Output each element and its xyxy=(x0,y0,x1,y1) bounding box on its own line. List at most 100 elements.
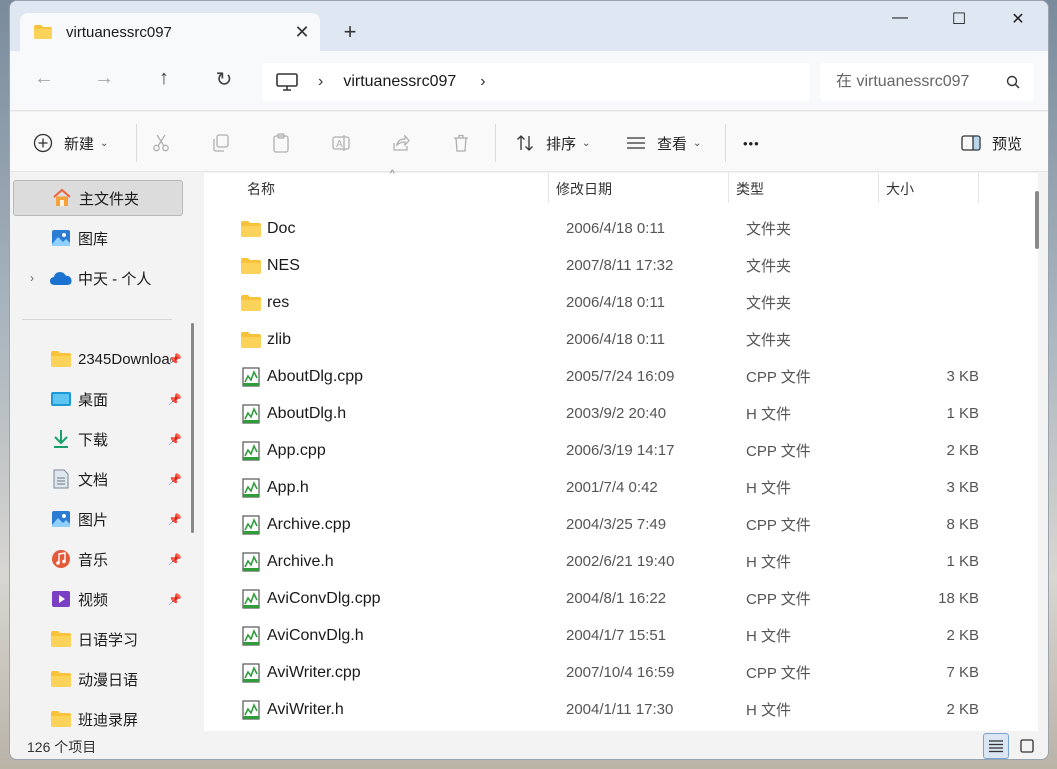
sort-label: 排序 xyxy=(546,135,577,153)
breadcrumb-separator[interactable]: › xyxy=(318,73,323,91)
file-name[interactable]: Archive.h xyxy=(267,553,334,571)
refresh-button[interactable]: ↻ xyxy=(206,67,242,97)
new-tab-button[interactable]: + xyxy=(338,19,362,45)
share-button[interactable] xyxy=(390,130,422,156)
tiles-view-button[interactable] xyxy=(1014,733,1040,759)
copy-button[interactable] xyxy=(210,130,242,156)
close-tab-icon[interactable]: ✕ xyxy=(284,22,320,43)
column-header-date[interactable]: 修改日期 xyxy=(556,179,612,199)
cut-button[interactable] xyxy=(150,130,182,156)
column-header-type[interactable]: 类型 xyxy=(736,179,764,199)
nav-item-japanese-study[interactable]: 日语学习 xyxy=(13,621,183,657)
table-row[interactable]: res 2006/4/18 0:11 文件夹 xyxy=(204,284,1038,321)
chevron-right-icon[interactable]: › xyxy=(30,271,34,285)
back-button[interactable]: ← xyxy=(26,67,62,97)
file-type: CPP 文件 xyxy=(746,665,811,682)
preview-pane-button[interactable]: 预览 xyxy=(960,130,1022,156)
share-icon xyxy=(390,132,412,154)
source-file-icon xyxy=(241,477,261,498)
file-name[interactable]: AviConvDlg.cpp xyxy=(267,590,381,608)
tab-virtuanessrc097[interactable]: virtuanessrc097 ✕ xyxy=(20,13,320,51)
table-row[interactable]: NES 2007/8/11 17:32 文件夹 xyxy=(204,247,1038,284)
nav-label: 班迪录屏 xyxy=(78,711,139,729)
nav-item-home[interactable]: 主文件夹 xyxy=(13,180,183,216)
table-row[interactable]: App.h 2001/7/4 0:42 H 文件 3 KB xyxy=(204,469,1038,506)
breadcrumb-separator[interactable]: › xyxy=(480,73,485,91)
view-button[interactable]: 查看 ⌄ xyxy=(625,130,701,156)
details-view-button[interactable] xyxy=(983,733,1009,759)
file-name[interactable]: App.cpp xyxy=(267,442,326,460)
minimize-button[interactable]: — xyxy=(877,9,923,31)
content-scrollbar[interactable] xyxy=(1035,191,1039,249)
computer-icon[interactable] xyxy=(276,73,298,91)
forward-button[interactable]: → xyxy=(86,67,122,97)
search-icon[interactable] xyxy=(1006,75,1020,89)
column-divider[interactable] xyxy=(728,173,729,203)
table-row[interactable]: AviConvDlg.cpp 2004/8/1 16:22 CPP 文件 18 KB xyxy=(204,580,1038,617)
file-name[interactable]: zlib xyxy=(267,331,291,349)
nav-item-videos[interactable]: 视频 📌 xyxy=(13,581,183,617)
table-row[interactable]: AboutDlg.cpp 2005/7/24 16:09 CPP 文件 3 KB xyxy=(204,358,1038,395)
file-type: CPP 文件 xyxy=(746,591,811,608)
nav-item-desktop[interactable]: 桌面 📌 xyxy=(13,381,183,417)
file-name[interactable]: AviConvDlg.h xyxy=(267,627,364,645)
search-input[interactable] xyxy=(836,73,1006,91)
nav-label: 图库 xyxy=(78,230,109,248)
music-icon xyxy=(50,549,72,569)
nav-item-onedrive[interactable]: › 中天 - 个人 xyxy=(13,260,183,296)
file-name[interactable]: AviWriter.h xyxy=(267,701,344,719)
nav-item-documents[interactable]: 文档 📌 xyxy=(13,461,183,497)
maximize-button[interactable]: ☐ xyxy=(936,9,982,31)
nav-item-anime-japanese[interactable]: 动漫日语 xyxy=(13,661,183,697)
file-name[interactable]: App.h xyxy=(267,479,309,497)
nav-item-2345downloads[interactable]: 2345Downloads 📌 xyxy=(13,341,183,377)
table-row[interactable]: AviConvDlg.h 2004/1/7 15:51 H 文件 2 KB xyxy=(204,617,1038,654)
up-button[interactable]: ↑ xyxy=(146,67,182,97)
nav-item-downloads[interactable]: 下载 📌 xyxy=(13,421,183,457)
table-row[interactable]: Archive.h 2002/6/21 19:40 H 文件 1 KB xyxy=(204,543,1038,580)
delete-button[interactable] xyxy=(450,130,482,156)
file-name[interactable]: AviWriter.cpp xyxy=(267,664,361,682)
table-row[interactable]: AboutDlg.h 2003/9/2 20:40 H 文件 1 KB xyxy=(204,395,1038,432)
nav-item-music[interactable]: 音乐 📌 xyxy=(13,541,183,577)
column-header-name[interactable]: 名称 xyxy=(247,179,275,199)
table-row[interactable]: Doc 2006/4/18 0:11 文件夹 xyxy=(204,210,1038,247)
table-row[interactable]: AviWriter.h 2004/1/11 17:30 H 文件 2 KB xyxy=(204,691,1038,728)
table-row[interactable]: App.cpp 2006/3/19 14:17 CPP 文件 2 KB xyxy=(204,432,1038,469)
file-name[interactable]: AboutDlg.h xyxy=(267,405,346,423)
folder-icon xyxy=(50,669,72,689)
file-list: ^ 名称 修改日期 类型 大小 Doc 2006/4/18 0:11 文件夹 NES 2… xyxy=(204,169,1038,731)
folder-icon xyxy=(50,629,72,649)
file-name[interactable]: AboutDlg.cpp xyxy=(267,368,363,386)
column-divider[interactable] xyxy=(978,173,979,203)
file-name[interactable]: Archive.cpp xyxy=(267,516,351,534)
new-button[interactable]: 新建 ⌄ xyxy=(32,130,108,156)
file-name[interactable]: Doc xyxy=(267,220,295,238)
file-size: 2 KB xyxy=(946,442,979,459)
table-row[interactable]: zlib 2006/4/18 0:11 文件夹 xyxy=(204,321,1038,358)
close-window-button[interactable]: ✕ xyxy=(995,9,1041,31)
table-row[interactable]: AviWriter.cpp 2007/10/4 16:59 CPP 文件 7 KB xyxy=(204,654,1038,691)
file-name[interactable]: NES xyxy=(267,257,300,275)
sort-icon xyxy=(514,132,536,154)
sort-button[interactable]: 排序 ⌄ xyxy=(514,130,590,156)
nav-item-gallery[interactable]: 图库 xyxy=(13,220,183,256)
breadcrumb[interactable]: › virtuanessrc097 › xyxy=(262,63,810,101)
file-name[interactable]: res xyxy=(267,294,289,312)
column-header-size[interactable]: 大小 xyxy=(886,179,914,199)
paste-button[interactable] xyxy=(270,130,302,156)
nav-item-pictures[interactable]: 图片 📌 xyxy=(13,501,183,537)
table-row[interactable]: Archive.cpp 2004/3/25 7:49 CPP 文件 8 KB xyxy=(204,506,1038,543)
file-date: 2003/9/2 20:40 xyxy=(566,405,667,422)
breadcrumb-item[interactable]: virtuanessrc097 xyxy=(343,73,456,91)
search-box[interactable] xyxy=(820,63,1034,101)
nav-scrollbar[interactable] xyxy=(191,323,194,533)
title-bar: virtuanessrc097 ✕ + — ☐ ✕ xyxy=(10,1,1048,51)
column-divider[interactable] xyxy=(878,173,879,203)
pin-icon: 📌 xyxy=(168,433,182,446)
file-date: 2004/8/1 16:22 xyxy=(566,590,667,607)
rename-button[interactable]: A xyxy=(330,130,362,156)
more-options-button[interactable]: ••• xyxy=(743,130,760,156)
pictures-icon xyxy=(50,509,72,529)
column-divider[interactable] xyxy=(548,173,549,203)
